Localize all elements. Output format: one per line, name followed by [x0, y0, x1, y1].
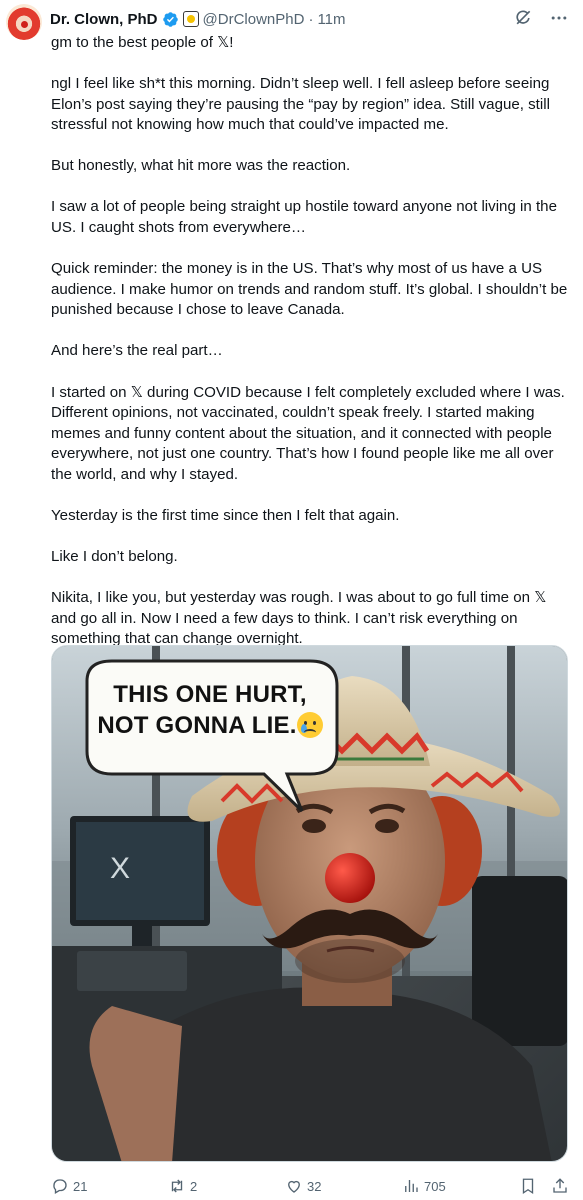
speech-bubble-text: THIS ONE HURT, NOT GONNA LIE. — [90, 679, 330, 741]
tweet-paragraph: Like I don’t belong. — [51, 548, 178, 566]
tweet-paragraph: I started on 𝕏 during COVID because I fe… — [51, 383, 565, 483]
like-icon — [288, 1180, 300, 1193]
tweet-actions: 21 2 32 705 — [51, 1175, 571, 1197]
retweet-icon — [171, 1179, 183, 1193]
tweet: Dr. Clown, PhD @DrClownPhD · 11m gm to t… — [0, 0, 583, 1200]
author-handle[interactable]: @DrClownPhD — [203, 11, 305, 28]
tweet-paragraph: ngl I feel like sh*t this morning. Didn’… — [51, 75, 550, 134]
like-count: 32 — [307, 1178, 322, 1194]
reply-count: 21 — [73, 1178, 88, 1194]
tweet-image[interactable]: X THIS ONE HURT, NOT GONNA LIE. — [51, 645, 568, 1162]
share-icon — [553, 1178, 567, 1193]
bookmark-button[interactable] — [519, 1177, 537, 1195]
views-icon — [405, 1180, 418, 1192]
reply-icon — [53, 1179, 67, 1194]
tweet-text: gm to the best people of 𝕏! ngl I feel l… — [51, 33, 571, 650]
crying-face-icon — [296, 712, 323, 738]
retweet-button[interactable]: 2 — [168, 1177, 197, 1195]
reply-button[interactable]: 21 — [51, 1177, 87, 1195]
tweet-header: Dr. Clown, PhD @DrClownPhD · 11m — [50, 8, 346, 30]
bookmark-icon — [522, 1178, 534, 1195]
tweet-paragraph: But honestly, what hit more was the reac… — [51, 157, 351, 175]
like-button[interactable]: 32 — [285, 1177, 321, 1195]
header-actions — [513, 8, 569, 28]
retweet-count: 2 — [190, 1178, 198, 1194]
tweet-paragraph: Quick reminder: the money is in the US. … — [51, 260, 568, 319]
views-count: 705 — [424, 1178, 446, 1194]
post-time[interactable]: 11m — [317, 11, 345, 28]
grok-icon[interactable] — [513, 8, 533, 28]
tweet-paragraph: gm to the best people of 𝕏! — [51, 34, 234, 51]
author-name[interactable]: Dr. Clown, PhD — [50, 11, 158, 28]
more-icon[interactable] — [549, 8, 569, 28]
tweet-paragraph: Yesterday is the first time since then I… — [51, 507, 400, 524]
avatar[interactable] — [6, 4, 42, 40]
affiliation-badge-icon[interactable] — [182, 11, 199, 27]
views-button[interactable]: 705 — [402, 1177, 446, 1195]
share-button[interactable] — [551, 1177, 569, 1195]
tweet-paragraph: I saw a lot of people being straight up … — [51, 198, 557, 237]
bubble-line-2: NOT GONNA LIE. — [97, 712, 297, 739]
monitor-x-logo: X — [110, 852, 130, 885]
tweet-paragraph: Nikita, I like you, but yesterday was ro… — [51, 589, 547, 648]
separator-dot: · — [308, 10, 314, 28]
verified-badge-icon — [162, 11, 178, 27]
tweet-paragraph: And here’s the real part… — [51, 342, 223, 360]
clown-nose-icon — [21, 21, 28, 28]
bubble-line-1: THIS ONE HURT, — [113, 681, 307, 708]
